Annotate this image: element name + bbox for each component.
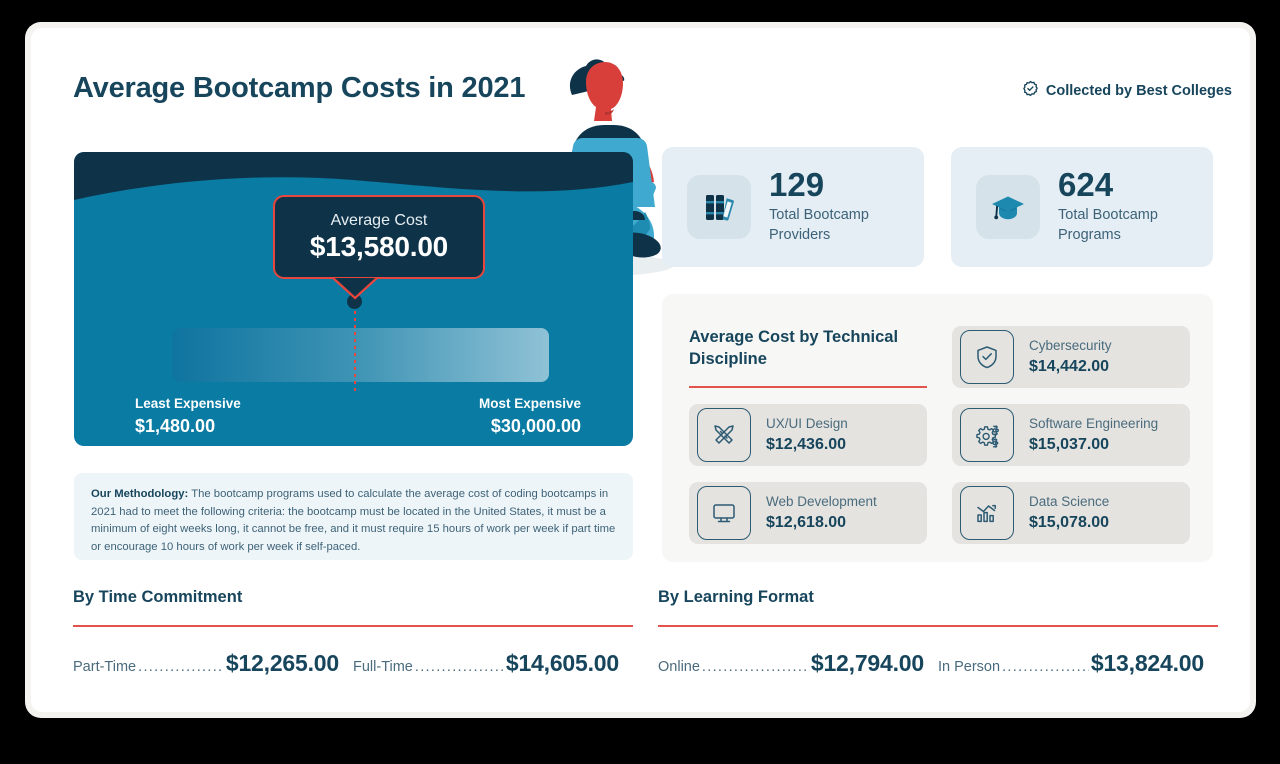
leader-dots: ........................................ [414,658,504,675]
discipline-heading: Average Cost by Technical Discipline [689,328,899,369]
verified-badge-icon [1022,80,1039,102]
leader-row: Online .................................… [658,650,938,677]
discipline-panel: Average Cost by Technical Discipline UX/… [662,294,1213,562]
time-commitment-section: By Time Commitment Part-Time ...........… [73,588,633,677]
methodology-note: Our Methodology: The bootcamp programs u… [74,473,633,560]
gears-icon [960,408,1014,462]
least-expensive-value: $1,480.00 [135,416,216,436]
stat-number-providers: 129 [769,166,825,204]
infographic-frame: Average Bootcamp Costs in 2021 Collected… [25,22,1256,718]
page-title: Average Bootcamp Costs in 2021 [73,72,526,104]
stat-caption-providers: Total Bootcamp Providers [769,207,869,243]
discipline-text-ux-ui-design: UX/UI Design $12,436.00 [766,416,848,453]
least-expensive-label: Least Expensive [135,396,241,411]
most-expensive-label: Most Expensive [478,396,581,411]
leader-row: Full-Time ..............................… [353,650,633,677]
monitor-icon [697,486,751,540]
discipline-card-software-engineering: Software Engineering $15,037.00 [952,404,1190,466]
discipline-value: $12,618.00 [766,513,847,531]
discipline-name: Data Science [1029,494,1110,510]
attribution: Collected by Best Colleges [1022,80,1232,102]
discipline-name: Software Engineering [1029,416,1159,432]
least-expensive-group: Least Expensive $1,480.00 [135,396,241,437]
discipline-card-ux-ui-design: UX/UI Design $12,436.00 [689,404,927,466]
methodology-lead: Our Methodology: [91,488,189,500]
shield-check-icon [960,330,1014,384]
discipline-value: $15,037.00 [1029,435,1110,453]
most-expensive-value: $30,000.00 [490,416,581,436]
leader-label: In Person [938,658,1001,675]
time-commitment-title: By Time Commitment [73,588,243,606]
stat-card-programs: 624 Total Bootcamp Programs [951,147,1213,267]
graduation-cap-icon [976,175,1040,239]
leader-row: Part-Time ..............................… [73,650,353,677]
stat-caption-programs: Total Bootcamp Programs [1058,207,1158,243]
learning-format-divider [658,625,1218,627]
learning-format-section: By Learning Format Online ..............… [658,588,1218,677]
stat-text-providers: 129 Total Bootcamp Providers [769,168,924,245]
leader-dots: ........................................ [1002,658,1089,675]
stat-text-programs: 624 Total Bootcamp Programs [1058,168,1213,245]
discipline-value: $12,436.00 [766,435,847,453]
discipline-card-data-science: Data Science $15,078.00 [952,482,1190,544]
tooltip-pointer [333,277,377,300]
discipline-name: Cybersecurity [1029,338,1112,354]
leader-value: $14,605.00 [505,649,619,676]
average-marker-line [354,311,356,395]
discipline-text-software-engineering: Software Engineering $15,037.00 [1029,416,1158,453]
learning-format-rows: Online .................................… [658,650,1218,677]
discipline-text-web-development: Web Development $12,618.00 [766,494,877,531]
discipline-value: $14,442.00 [1029,357,1110,375]
discipline-text-cybersecurity: Cybersecurity $14,442.00 [1029,338,1112,375]
learning-format-title: By Learning Format [658,588,814,606]
leader-label: Part-Time [73,658,137,675]
discipline-card-web-development: Web Development $12,618.00 [689,482,927,544]
bar-chart-icon [960,486,1014,540]
books-icon [687,175,751,239]
average-cost-panel: Average Cost $13,580.00 Least Expensive … [74,152,633,446]
infographic-canvas: Average Bootcamp Costs in 2021 Collected… [31,28,1250,712]
discipline-name: UX/UI Design [766,416,848,432]
cost-range-bar [172,328,549,382]
average-cost-label: Average Cost [330,211,428,229]
stat-number-programs: 624 [1058,166,1114,204]
leader-value: $12,794.00 [810,649,924,676]
time-commitment-rows: Part-Time ..............................… [73,650,633,677]
discipline-value: $15,078.00 [1029,513,1110,531]
time-commitment-divider [73,625,633,627]
leader-label: Full-Time [353,658,413,675]
stat-card-providers: 129 Total Bootcamp Providers [662,147,924,267]
leader-dots: ........................................ [138,658,224,675]
discipline-card-cybersecurity: Cybersecurity $14,442.00 [952,326,1190,388]
attribution-label: Collected by Best Colleges [1045,83,1232,99]
screenshot-root: Average Bootcamp Costs in 2021 Collected… [0,0,1280,764]
average-cost-value: $13,580.00 [309,230,449,262]
leader-value: $12,265.00 [225,649,339,676]
discipline-text-data-science: Data Science $15,078.00 [1029,494,1109,531]
discipline-divider [689,386,927,388]
discipline-name: Web Development [766,494,877,510]
leader-row: In Person ..............................… [938,650,1218,677]
pen-ruler-icon [697,408,751,462]
leader-value: $13,824.00 [1090,649,1204,676]
leader-label: Online [658,658,700,675]
leader-dots: ........................................ [701,658,809,675]
average-cost-tooltip: Average Cost $13,580.00 [273,195,485,279]
most-expensive-group: Most Expensive $30,000.00 [479,396,581,437]
